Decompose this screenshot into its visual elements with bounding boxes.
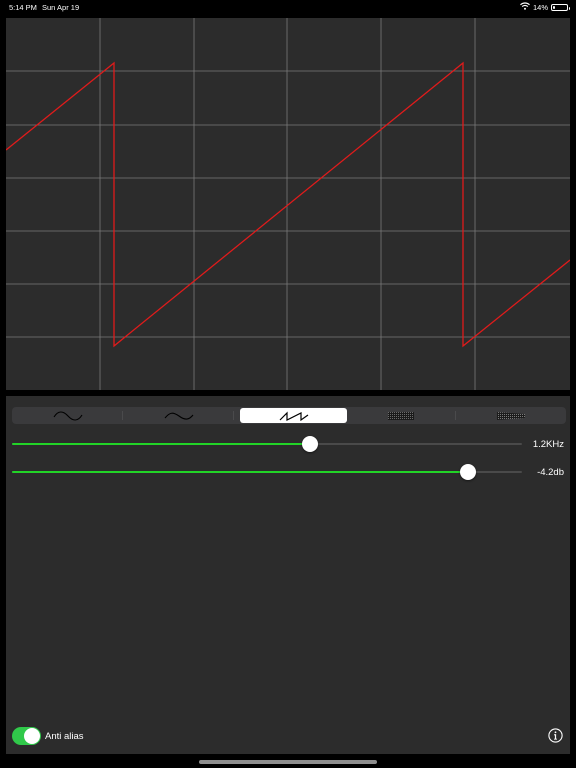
wifi-icon (520, 2, 530, 12)
anti-alias-label: Anti alias (45, 731, 84, 742)
oscilloscope-canvas (6, 18, 570, 390)
anti-alias-toggle-knob (24, 728, 40, 744)
amplitude-slider-fill (12, 471, 469, 473)
sine-wave-icon (53, 410, 82, 421)
control-panel: 1.2KHz -4.2db Anti alias (6, 396, 570, 754)
square-wave-icon (387, 411, 414, 420)
battery-icon (551, 3, 570, 11)
waveform-option-sawtooth[interactable] (240, 408, 347, 423)
info-button[interactable] (548, 728, 563, 743)
waveform-option-square[interactable] (345, 407, 456, 424)
waveform-trace (6, 61, 570, 348)
triangle-wave-icon (164, 412, 193, 420)
anti-alias-toggle[interactable] (12, 727, 41, 745)
waveform-selector (12, 407, 566, 424)
frequency-value: 1.2KHz (532, 439, 564, 450)
status-time: 5:14 PM (9, 3, 37, 12)
sawtooth-wave-icon (279, 411, 308, 421)
amplitude-slider[interactable] (12, 463, 522, 481)
info-icon (548, 728, 563, 743)
home-indicator[interactable] (199, 760, 377, 764)
amplitude-value: -4.2db (537, 467, 564, 478)
amplitude-slider-thumb[interactable] (460, 464, 477, 480)
status-date: Sun Apr 19 (42, 3, 80, 12)
waveform-option-triangle[interactable] (123, 407, 234, 424)
scope-grid (6, 18, 570, 390)
waveform-option-noise[interactable] (456, 407, 566, 424)
noise-wave-icon (497, 411, 525, 420)
frequency-slider[interactable] (12, 435, 522, 453)
frequency-slider-fill (12, 443, 311, 445)
oscilloscope-display (6, 18, 570, 390)
battery-percent: 14% (532, 2, 548, 12)
frequency-slider-thumb[interactable] (302, 436, 319, 452)
waveform-option-sine[interactable] (12, 407, 123, 424)
status-right: 14% (520, 2, 570, 12)
battery-level (553, 5, 555, 9)
status-bar: 5:14 PM Sun Apr 19 14% (0, 0, 576, 14)
